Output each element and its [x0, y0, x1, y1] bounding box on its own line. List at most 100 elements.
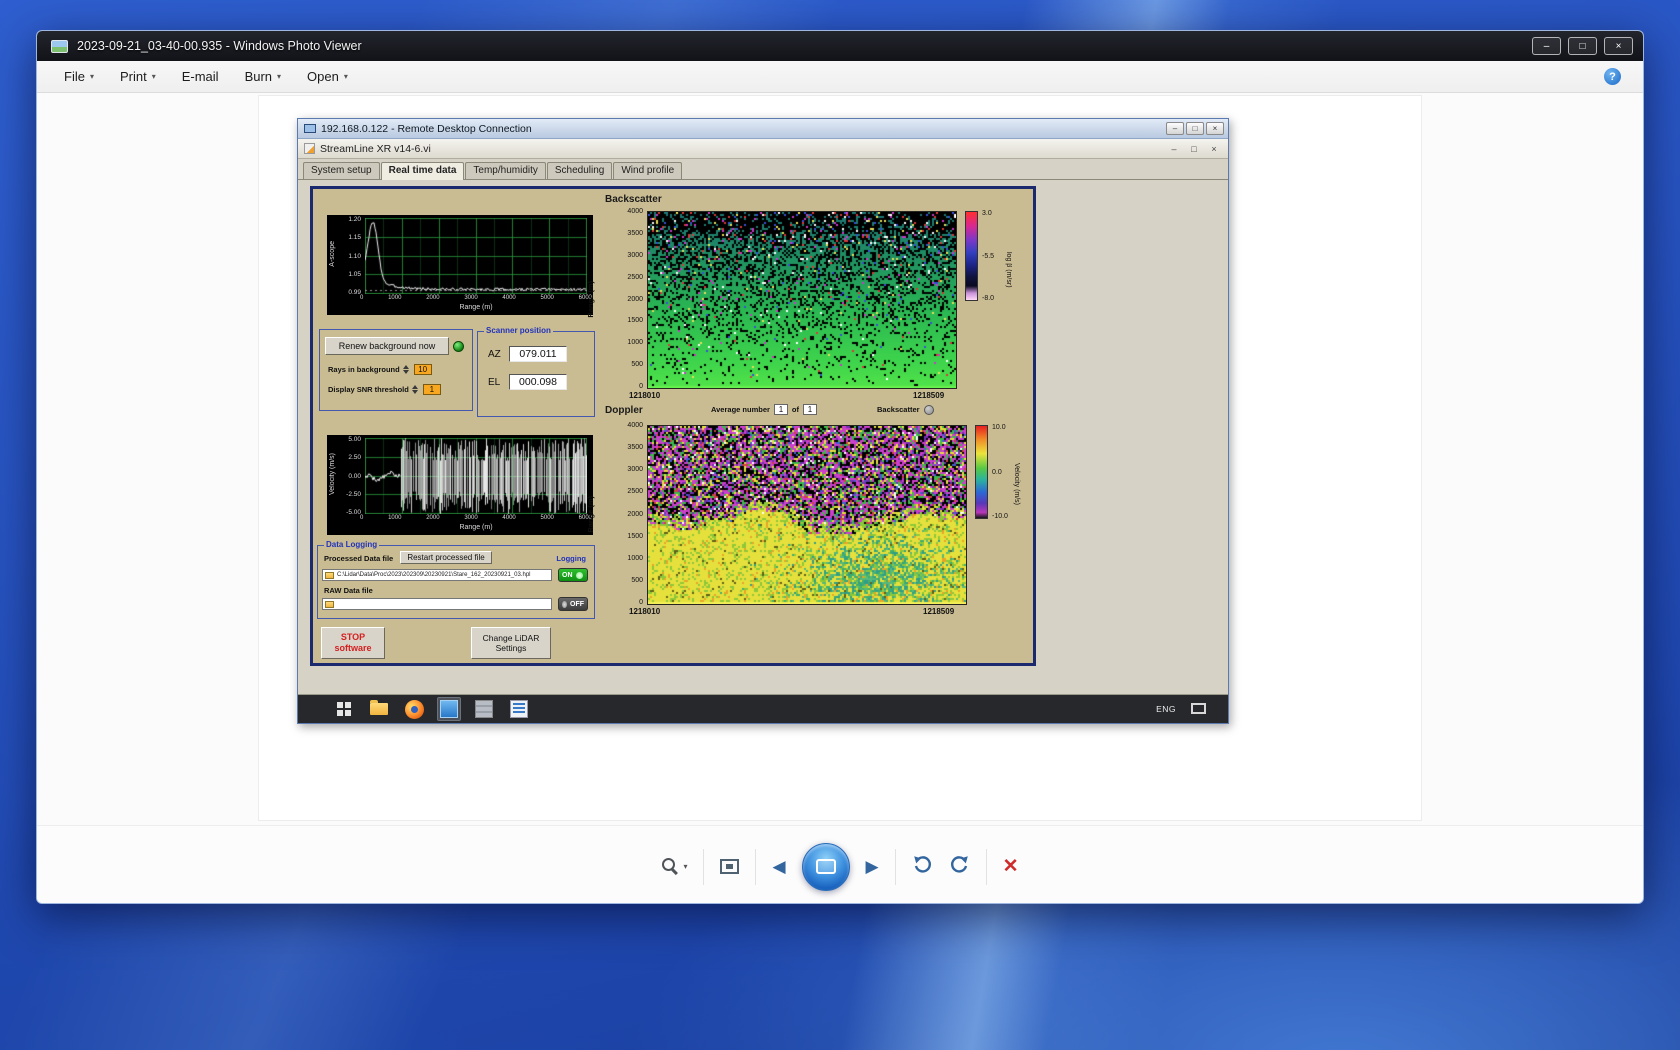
fit-to-window-button[interactable]: [720, 859, 739, 874]
previous-button[interactable]: ◀: [772, 857, 785, 877]
zoom-button[interactable]: ▾: [661, 857, 687, 876]
rays-spinner[interactable]: [403, 365, 409, 374]
rdp-titlebar[interactable]: 192.168.0.122 - Remote Desktop Connectio…: [298, 119, 1228, 139]
raw-data-file-path[interactable]: [322, 598, 552, 610]
average-number-field[interactable]: 1: [774, 404, 788, 415]
taskbar-apps-icon[interactable]: [332, 697, 356, 721]
doppler-heatmap: [647, 425, 967, 605]
tab[interactable]: Temp/humidity: [465, 162, 545, 179]
menu-burn[interactable]: Burn ▾: [232, 64, 294, 89]
rdp-icon: [304, 124, 316, 133]
tab[interactable]: Wind profile: [613, 162, 682, 179]
backscatter-toggle[interactable]: [924, 405, 934, 415]
tick-label: 2.50: [348, 454, 361, 461]
maximize-button[interactable]: □: [1568, 37, 1597, 55]
rotate-clockwise-button[interactable]: [949, 854, 970, 880]
menu-email[interactable]: E-mail: [169, 64, 232, 89]
tick-label: 1.10: [348, 253, 361, 260]
photo-viewer-titlebar[interactable]: 2023-09-21_03-40-00.935 - Windows Photo …: [37, 31, 1643, 61]
menu-file-label: File: [64, 69, 85, 84]
help-icon[interactable]: ?: [1604, 68, 1621, 85]
folder-icon: [325, 572, 334, 579]
taskbar-firefox-icon[interactable]: [402, 697, 426, 721]
processed-data-file-path[interactable]: C:\Lidar\Data\Proc\2023\202309\20230921\…: [322, 569, 552, 581]
velocity-xlabel: Range (m): [365, 524, 587, 531]
dropdown-arrow-icon: ▾: [90, 72, 94, 81]
rdp-window: 192.168.0.122 - Remote Desktop Connectio…: [297, 118, 1229, 724]
window-title: 2023-09-21_03-40-00.935 - Windows Photo …: [77, 39, 362, 53]
tick-label: 1000: [627, 339, 643, 346]
doppler-backscatter-label: Backscatter: [877, 405, 920, 414]
menu-burn-label: Burn: [245, 69, 272, 84]
taskbar-document-list-icon[interactable]: [507, 697, 531, 721]
restart-processed-file-button[interactable]: Restart processed file: [400, 551, 492, 564]
change-lidar-settings-button[interactable]: Change LiDAR Settings: [471, 627, 551, 659]
backscatter-title: Backscatter: [605, 194, 662, 205]
ascope-xlabel: Range (m): [365, 304, 587, 311]
snr-threshold-field[interactable]: 1: [423, 384, 441, 395]
tick-label: 1000: [388, 515, 401, 521]
next-button[interactable]: ▶: [866, 857, 879, 877]
ascope-ylabel: A-scope: [329, 241, 336, 267]
taskbar: ENG: [298, 695, 1228, 723]
front-panel: A-scope 1.201.151.101.050.99 01000200: [310, 186, 1036, 666]
tab[interactable]: Scheduling: [547, 162, 612, 179]
el-field[interactable]: 000.098: [509, 374, 567, 390]
stop-software-button[interactable]: STOP software: [321, 627, 385, 659]
renew-background-button[interactable]: Renew background now: [325, 337, 449, 355]
minimize-button[interactable]: –: [1532, 37, 1561, 55]
close-button[interactable]: ×: [1604, 37, 1633, 55]
rdp-maximize-button[interactable]: □: [1186, 122, 1204, 135]
labview-titlebar[interactable]: StreamLine XR v14-6.vi – □ ×: [298, 139, 1228, 159]
tick-label: 3000: [627, 252, 643, 259]
scanner-position-group: Scanner position AZ 079.011 EL 000.: [477, 331, 595, 417]
labview-restore-button[interactable]: □: [1186, 142, 1202, 156]
backscatter-start-time: 1218010: [629, 391, 660, 400]
taskbar-remote-grid-icon[interactable]: [472, 697, 496, 721]
labview-close-button[interactable]: ×: [1206, 142, 1222, 156]
dropdown-arrow-icon: ▾: [344, 72, 348, 81]
menu-open[interactable]: Open ▾: [294, 64, 361, 89]
doppler-yticks: 40003500300025002000150010005000: [601, 422, 643, 606]
tick-label: 4000: [627, 422, 643, 429]
rdp-minimize-button[interactable]: –: [1166, 122, 1184, 135]
average-of-label: of: [792, 405, 799, 414]
tab[interactable]: Real time data: [381, 162, 465, 180]
tick-label: 1.15: [348, 234, 361, 241]
labview-minimize-button[interactable]: –: [1166, 142, 1182, 156]
rotate-counterclockwise-button[interactable]: [912, 854, 933, 880]
remote-desktop: StreamLine XR v14-6.vi – □ × System setu…: [298, 139, 1228, 723]
menu-print[interactable]: Print ▾: [107, 64, 169, 89]
rdp-title: 192.168.0.122 - Remote Desktop Connectio…: [321, 123, 532, 135]
taskbar-folder-icon[interactable]: [367, 697, 391, 721]
menu-file[interactable]: File ▾: [51, 64, 107, 89]
folder-icon: [325, 601, 334, 608]
processed-data-file-label: Processed Data file: [324, 554, 393, 563]
backscatter-colorbar-label: log β (m/sr): [1005, 252, 1012, 288]
off-label: OFF: [570, 601, 584, 608]
play-slideshow-button[interactable]: [802, 843, 850, 891]
ascope-chart: A-scope 1.201.151.101.050.99 01000200: [327, 215, 593, 315]
tick-label: 2500: [627, 488, 643, 495]
average-total-field[interactable]: 1: [803, 404, 817, 415]
delete-button[interactable]: ✕: [1003, 855, 1019, 878]
backscatter-ylabel: Range (m): [586, 281, 595, 318]
average-number-label: Average number: [711, 405, 770, 414]
tick-label: 5000: [541, 295, 554, 301]
tick-label: 2000: [627, 296, 643, 303]
backscatter-end-time: 1218509: [913, 391, 944, 400]
show-desktop-icon[interactable]: [1191, 703, 1206, 714]
velocity-xticks: 0100020003000400050006000: [360, 515, 592, 521]
tick-label: 3000: [464, 515, 477, 521]
tab-bar: System setupReal time dataTemp/humidityS…: [298, 159, 1228, 180]
snr-spinner[interactable]: [412, 385, 418, 394]
rdp-close-button[interactable]: ×: [1206, 122, 1224, 135]
language-indicator[interactable]: ENG: [1156, 704, 1176, 714]
taskbar-photo-viewer-icon[interactable]: [437, 697, 461, 721]
tick-label: 0: [639, 599, 643, 606]
tick-label: -5.00: [346, 509, 361, 516]
tab[interactable]: System setup: [303, 162, 380, 179]
velocity-chart: Velocity (m/s) 5.002.500.00-2.50-5.00: [327, 435, 593, 535]
rays-in-background-field[interactable]: 10: [414, 364, 432, 375]
az-field[interactable]: 079.011: [509, 346, 567, 362]
